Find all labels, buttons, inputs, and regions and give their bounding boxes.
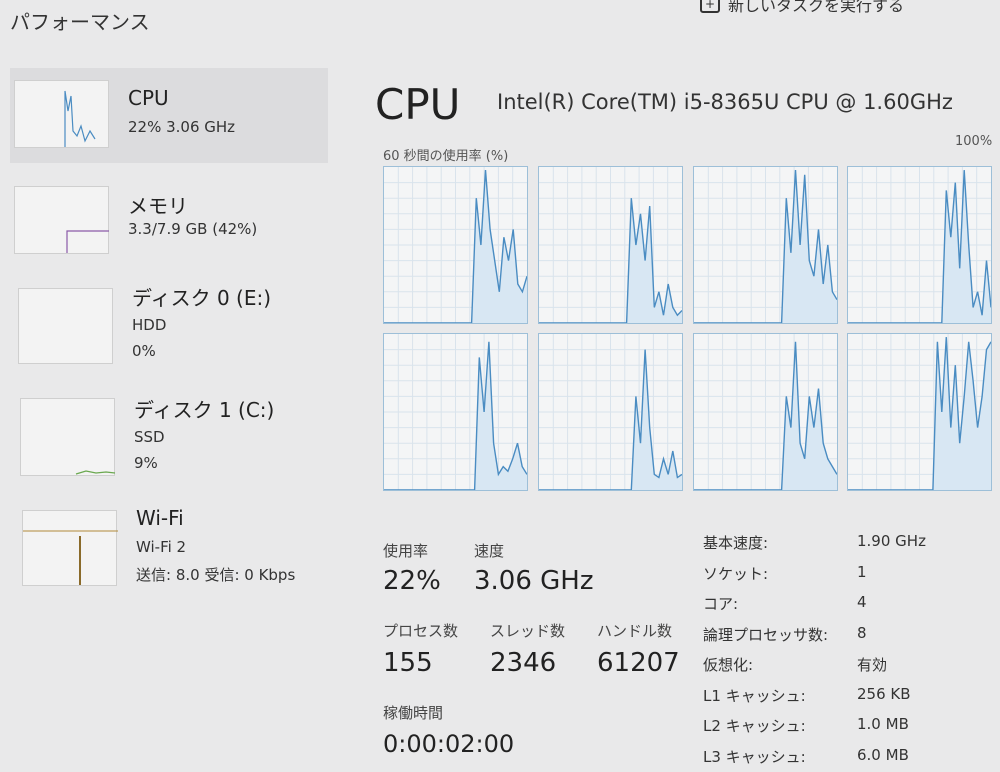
processes-value: 155 [383,648,433,678]
sidebar-item-cpu[interactable]: CPU 22% 3.06 GHz [10,68,328,163]
spec-value: 有効 [857,656,888,674]
spec-value: 1.90 GHz [857,532,926,550]
core-graph [847,166,992,324]
speed-value: 3.06 GHz [474,566,594,596]
sidebar-label: ディスク 0 (E:) [132,286,272,310]
sidebar-detail: Wi-Fi 2 [136,538,187,556]
usage-value: 22% [383,566,441,596]
spec-label: 論理プロセッサ数: [703,625,829,644]
core-graph [693,166,838,324]
cpu-heading: CPU [375,80,461,129]
new-task-icon: + [700,0,720,13]
threads-value: 2346 [490,648,557,678]
graph-max-label: 100% [955,134,993,149]
spec-label: 基本速度: [703,534,769,552]
usage-label: 使用率 [383,542,429,560]
sidebar-detail: 9% [134,454,158,472]
sidebar-item-disk1[interactable]: ディスク 1 (C:) SSD 9% [10,382,328,477]
cpu-model: Intel(R) Core(TM) i5-8365U CPU @ 1.60GHz [497,90,953,114]
spec-value: 8 [857,623,867,642]
spec-value: 1.0 MB [857,715,909,733]
spec-value: 4 [857,593,867,611]
spec-label: L3 キャッシュ: [703,747,806,766]
spec-label: 仮想化: [703,656,754,674]
spec-label: L2 キャッシュ: [703,717,806,735]
wifi-thumbnail-graph [22,510,118,586]
spec-value: 256 KB [857,684,911,703]
sidebar-detail: 送信: 8.0 受信: 0 Kbps [136,566,296,584]
uptime-value: 0:00:02:00 [383,730,515,758]
processes-label: プロセス数 [383,622,459,640]
sidebar-item-disk0[interactable]: ディスク 0 (E:) HDD 0% [10,270,328,365]
sidebar-label: CPU [128,86,169,110]
spec-label: ソケット: [703,564,769,583]
spec-label: コア: [703,595,739,613]
core-graph [693,333,838,491]
disk0-thumbnail-graph [18,288,113,364]
sidebar-detail: 22% 3.06 GHz [128,118,236,136]
core-graph [383,166,528,324]
core-graph [538,166,683,324]
sidebar-label: Wi-Fi [136,506,184,530]
spec-value: 1 [857,562,867,581]
core-graph [847,333,992,491]
sidebar-item-memory[interactable]: メモリ 3.3/7.9 GB (42%) [10,172,328,267]
core-graph [383,333,528,491]
sidebar-label: ディスク 1 (C:) [134,398,275,422]
spec-value: 6.0 MB [857,745,909,764]
disk1-thumbnail-graph [20,398,116,476]
sidebar-item-wifi[interactable]: Wi-Fi Wi-Fi 2 送信: 8.0 受信: 0 Kbps [10,500,328,595]
page-title: パフォーマンス [10,10,150,34]
run-new-task-button[interactable]: + 新しいタスクを実行する [700,0,904,16]
cpu-thumbnail-graph [14,80,109,148]
sidebar-detail: 0% [132,342,156,360]
core-graph [538,333,683,491]
handles-value: 61207 [597,648,680,678]
sidebar-detail: SSD [134,428,165,446]
handles-label: ハンドル数 [597,622,673,640]
memory-thumbnail-graph [14,186,109,254]
graph-label: 60 秒間の使用率 (%) [383,149,509,164]
sidebar-label: メモリ [128,194,188,218]
sidebar-detail: HDD [132,316,167,334]
sidebar-detail: 3.3/7.9 GB (42%) [128,220,258,238]
threads-label: スレッド数 [490,622,566,640]
run-new-task-label: 新しいタスクを実行する [728,0,905,15]
speed-label: 速度 [474,542,505,560]
spec-label: L1 キャッシュ: [703,686,806,705]
uptime-label: 稼働時間 [383,704,444,722]
